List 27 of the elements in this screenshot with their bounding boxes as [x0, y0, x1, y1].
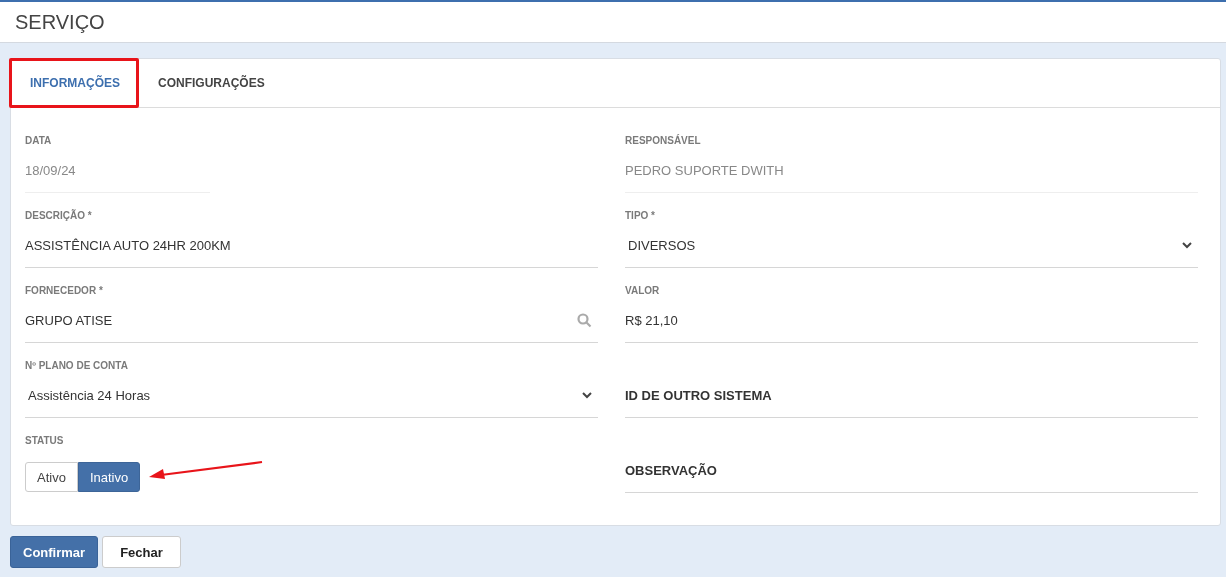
field-label: RESPONSÁVEL — [625, 134, 702, 148]
field-label: DESCRIÇÃO * — [25, 209, 93, 223]
search-icon[interactable] — [577, 312, 592, 328]
field-label: STATUS — [25, 434, 65, 448]
select-field[interactable]: Assistência 24 Horas — [25, 373, 598, 418]
field-label: DATA — [25, 134, 53, 148]
input-field[interactable]: R$ 21,10 — [625, 298, 1198, 343]
select-field[interactable]: DIVERSOS — [625, 223, 1198, 268]
input-field: 18/09/24 — [25, 148, 210, 193]
field-label: TIPO * — [625, 209, 656, 223]
input-field[interactable]: GRUPO ATISE — [25, 298, 598, 343]
tab[interactable]: CONFIGURAÇÕES — [139, 59, 284, 107]
chevron-down-icon — [1182, 241, 1192, 249]
status-toggle-option[interactable]: Inativo — [77, 462, 141, 492]
field-label: VALOR — [625, 284, 661, 298]
input-field: PEDRO SUPORTE DWITH — [625, 148, 1198, 193]
page-title: SERVIÇO — [15, 10, 105, 34]
tab[interactable]: INFORMAÇÕES — [11, 59, 139, 107]
status-toggle-option[interactable]: Ativo — [25, 462, 78, 492]
input-field[interactable]: ASSISTÊNCIA AUTO 24HR 200KM — [25, 223, 598, 268]
input-field[interactable]: ID DE OUTRO SISTEMA — [625, 373, 1198, 418]
confirm-button[interactable]: Confirmar — [10, 536, 99, 568]
field-label: Nº PLANO DE CONTA — [25, 359, 129, 373]
field-label: FORNECEDOR * — [25, 284, 104, 298]
input-field[interactable]: OBSERVAÇÃO — [625, 448, 1198, 493]
close-button[interactable]: Fechar — [102, 536, 181, 568]
chevron-down-icon — [582, 391, 592, 399]
